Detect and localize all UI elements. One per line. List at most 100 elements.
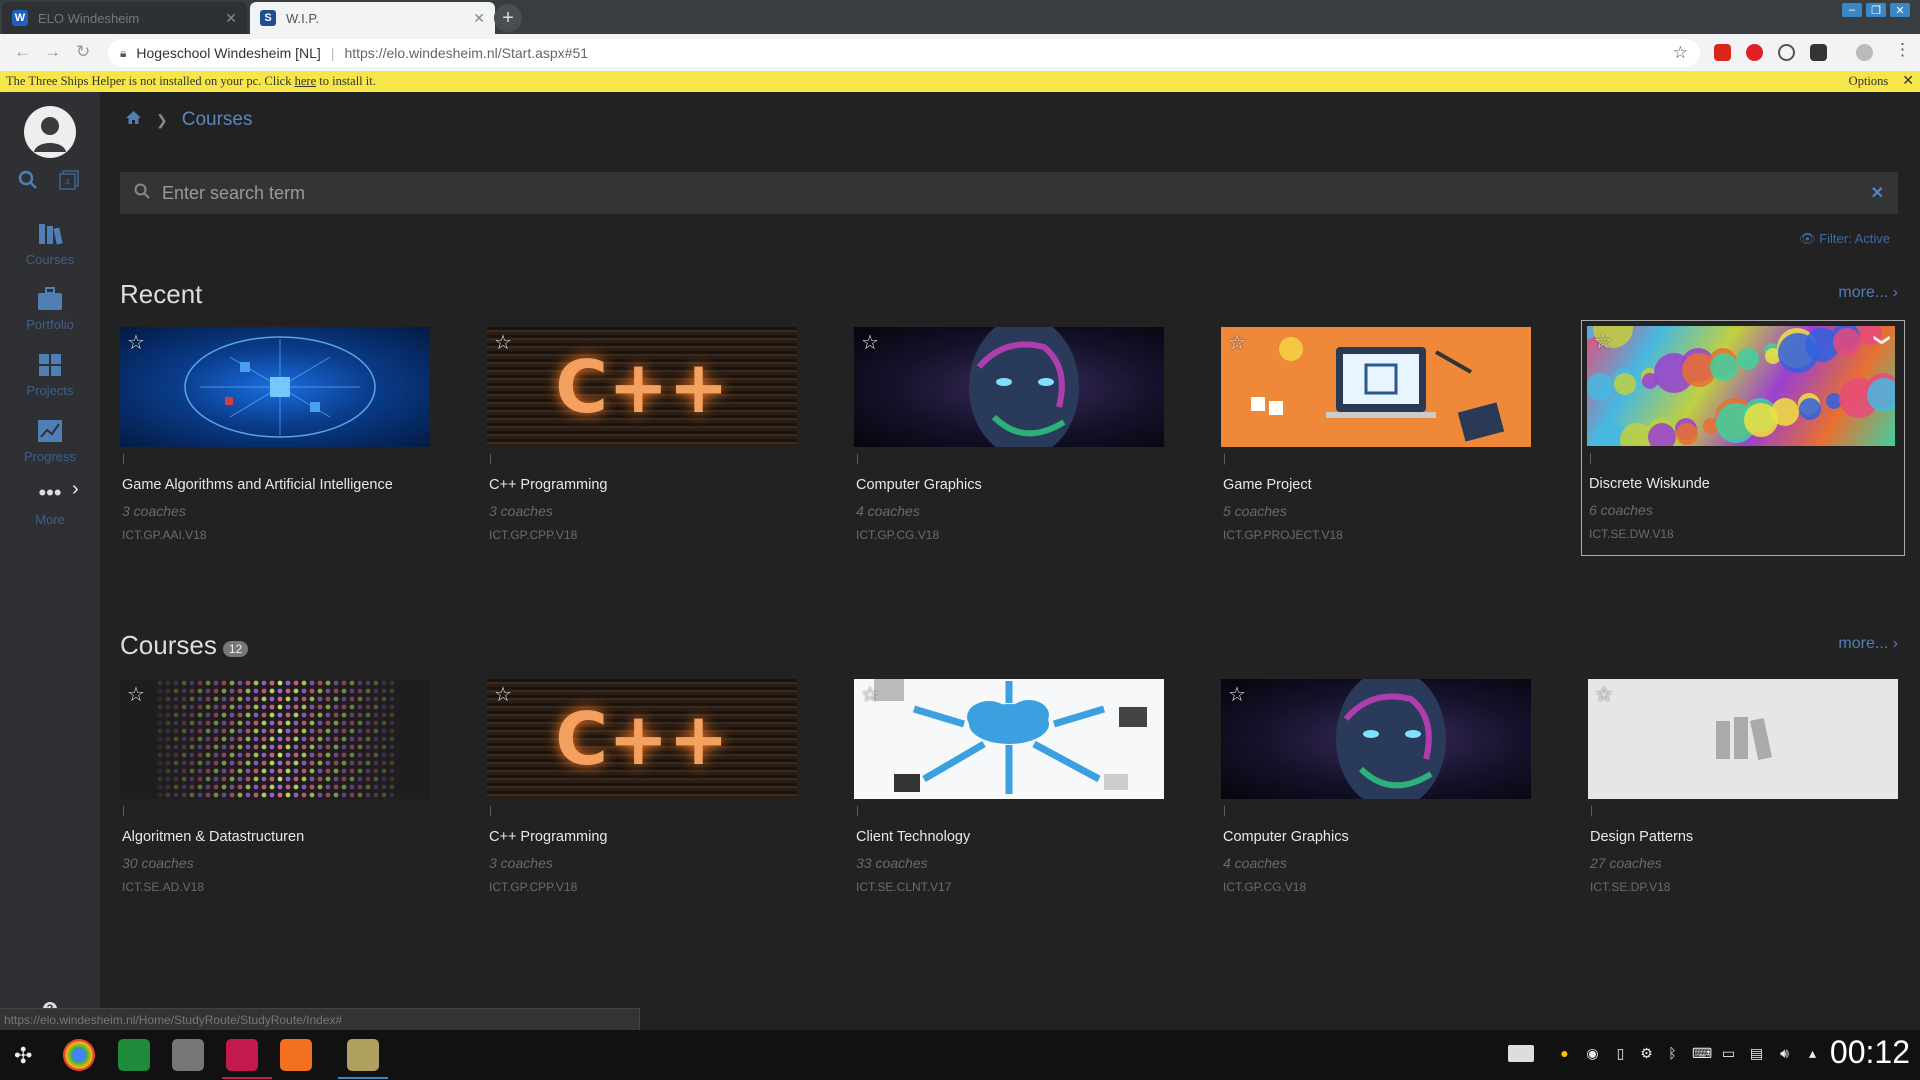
course-name[interactable]: C++ Programming — [489, 477, 797, 493]
tab-elo-windesheim[interactable]: W ELO Windesheim ✕ — [2, 2, 247, 34]
tray-bluetooth-icon[interactable]: ᛒ — [1664, 1045, 1681, 1062]
tray-clipboard-icon[interactable]: ▤ — [1748, 1045, 1765, 1062]
extension-block-icon[interactable] — [1778, 44, 1795, 61]
search-icon[interactable] — [18, 170, 38, 195]
restore-button[interactable]: ❐ — [1866, 3, 1886, 17]
extension-puzzle-icon[interactable] — [1856, 44, 1873, 61]
course-card[interactable]: ☆ | Computer Graphics 4 coaches ICT.GP.CG.V1… — [854, 327, 1164, 547]
course-name[interactable]: Computer Graphics — [1223, 829, 1531, 845]
course-thumbnail[interactable]: ☆ — [120, 327, 430, 447]
course-name[interactable]: Algoritmen & Datastructuren — [122, 829, 430, 845]
course-thumbnail[interactable]: ☆ — [1221, 679, 1531, 799]
course-name[interactable]: Computer Graphics — [856, 477, 1164, 493]
course-thumbnail[interactable]: C++ ☆ — [487, 327, 797, 447]
bookmark-star-icon[interactable]: ☆ — [1673, 43, 1688, 63]
favorite-star-icon[interactable]: ☆ — [1595, 685, 1615, 705]
infobar-options-link[interactable]: Options — [1849, 74, 1889, 89]
blender-app-icon[interactable] — [280, 1039, 312, 1071]
favorite-star-icon[interactable]: ☆ — [1228, 333, 1248, 353]
course-card[interactable]: C++ ☆ | C++ Programming 3 coaches ICT.GP.CPP.… — [487, 679, 797, 899]
favorite-star-icon[interactable]: ☆ — [127, 333, 147, 353]
course-name[interactable]: Discrete Wiskunde — [1589, 476, 1899, 492]
course-name[interactable]: Client Technology — [856, 829, 1164, 845]
favorite-star-icon[interactable]: ☆ — [861, 685, 881, 705]
sidebar-item-courses[interactable]: Courses — [0, 220, 100, 267]
search-input[interactable] — [162, 182, 1871, 204]
course-name[interactable]: Game Algorithms and Artificial Intellige… — [122, 477, 430, 493]
clear-search-icon[interactable]: ✕ — [1871, 183, 1884, 203]
sidebar-item-more[interactable]: ••• › More — [0, 478, 100, 527]
infobar-text: The Three Ships Helper is not installed … — [6, 74, 292, 88]
tray-keyboard-icon[interactable]: ⌨︎ — [1692, 1045, 1712, 1062]
tray-device-icon[interactable]: ▯ — [1612, 1045, 1629, 1062]
tray-display-icon[interactable]: ▭ — [1720, 1045, 1737, 1062]
paint-app-icon[interactable] — [347, 1039, 379, 1071]
course-name[interactable]: Game Project — [1223, 477, 1531, 493]
extension-adblock-icon[interactable] — [1746, 44, 1763, 61]
tab-wip[interactable]: S W.I.P. ✕ — [250, 2, 495, 34]
infobar-close-icon[interactable]: ✕ — [1902, 73, 1914, 90]
rider-app-icon[interactable] — [226, 1039, 258, 1071]
window-close-button[interactable]: ✕ — [1890, 3, 1910, 17]
image-app-icon[interactable] — [172, 1039, 204, 1071]
course-card[interactable]: ☆ | Game Algorithms and Artificial Intelli… — [120, 327, 430, 547]
favorite-star-icon[interactable]: ☆ — [1228, 685, 1248, 705]
filter-toggle[interactable]: 👁︎ Filter: Active — [1799, 231, 1890, 247]
forward-arrow-icon[interactable]: → — [44, 42, 61, 62]
course-thumbnail[interactable]: C++ ☆ — [487, 679, 797, 799]
course-name[interactable]: C++ Programming — [489, 829, 797, 845]
course-coaches: 3 coaches — [122, 503, 186, 519]
app-launcher-icon[interactable]: ✣ — [14, 1043, 32, 1069]
course-name[interactable]: Design Patterns — [1590, 829, 1898, 845]
course-card[interactable]: ☆ | Client Technology 33 coaches ICT.SE.CLNT… — [854, 679, 1164, 899]
browser-menu-icon[interactable]: ⋮ — [1894, 40, 1911, 60]
courses-count-badge: 12 — [222, 640, 249, 657]
course-thumbnail[interactable]: ☆ — [120, 679, 430, 799]
course-card[interactable]: ☆ | Algoritmen & Datastructuren 30 coaches I… — [120, 679, 430, 899]
sidebar-item-progress[interactable]: Progress — [0, 417, 100, 464]
minimize-button[interactable]: – — [1842, 3, 1862, 17]
tray-steam-icon[interactable]: ⚙︎ — [1638, 1045, 1655, 1062]
course-thumbnail[interactable]: ☆ — [854, 327, 1164, 447]
recent-more-link[interactable]: more... › — [1838, 284, 1898, 302]
new-tab-button[interactable]: + — [494, 4, 522, 32]
favorite-star-icon[interactable]: ☆ — [1594, 332, 1614, 352]
tray-pacman-icon[interactable]: ● — [1556, 1045, 1573, 1062]
course-code: ICT.GP.CG.V18 — [1223, 880, 1307, 894]
course-card[interactable]: C++ ☆ | C++ Programming 3 coaches ICT.GP.CPP.… — [487, 327, 797, 547]
favorite-star-icon[interactable]: ☆ — [127, 685, 147, 705]
user-avatar[interactable] — [24, 106, 76, 158]
chrome-app-icon[interactable] — [63, 1039, 95, 1071]
extension-flag-icon[interactable] — [1714, 44, 1731, 61]
course-thumbnail[interactable]: ☆ ❯ — [1587, 326, 1895, 446]
close-icon[interactable]: ✕ — [225, 10, 237, 27]
favorite-star-icon[interactable]: ☆ — [494, 685, 514, 705]
course-thumbnail[interactable]: ☆ — [1221, 327, 1531, 447]
course-card[interactable]: ☆ ❯ | Discrete Wiskunde 6 coaches ICT.SE.DW.V… — [1581, 320, 1905, 556]
course-card[interactable]: ☆ | Computer Graphics 4 coaches ICT.GP.CG.V1… — [1221, 679, 1531, 899]
tray-discord-icon[interactable]: ◉ — [1584, 1045, 1601, 1062]
breadcrumb-current[interactable]: Courses — [182, 109, 253, 131]
chevron-down-icon[interactable]: ❯ — [1872, 333, 1892, 346]
sidebar-item-projects[interactable]: Projects — [0, 351, 100, 398]
tray-notes-icon[interactable] — [1508, 1045, 1534, 1062]
tray-expand-icon[interactable]: ▴ — [1804, 1045, 1821, 1062]
course-card[interactable]: ☆ | Design Patterns 27 coaches ICT.SE.DP.V18 — [1588, 679, 1898, 899]
file-manager-app-icon[interactable] — [118, 1039, 150, 1071]
extension-skype-icon[interactable] — [1810, 44, 1827, 61]
infobar-install-link[interactable]: here — [295, 74, 317, 89]
home-icon[interactable] — [125, 110, 142, 130]
back-arrow-icon[interactable]: ← — [14, 42, 31, 62]
favorite-star-icon[interactable]: ☆ — [861, 333, 881, 353]
courses-more-link[interactable]: more... › — [1838, 635, 1898, 653]
favorite-star-icon[interactable]: ☆ — [494, 333, 514, 353]
course-thumbnail[interactable]: ☆ — [854, 679, 1164, 799]
course-thumbnail[interactable]: ☆ — [1588, 679, 1898, 799]
address-bar[interactable]: 🔒︎ Hogeschool Windesheim [NL] | https://… — [108, 39, 1700, 67]
tray-volume-icon[interactable]: 🔊︎ — [1776, 1045, 1793, 1062]
notifications-icon[interactable]: 4 — [58, 169, 80, 196]
sidebar-item-portfolio[interactable]: Portfolio — [0, 285, 100, 332]
course-card[interactable]: ☆ | Game Project 5 coaches ICT.GP.PROJECT.V1… — [1221, 327, 1531, 547]
reload-icon[interactable]: ↻ — [76, 42, 90, 62]
close-icon[interactable]: ✕ — [473, 10, 485, 27]
